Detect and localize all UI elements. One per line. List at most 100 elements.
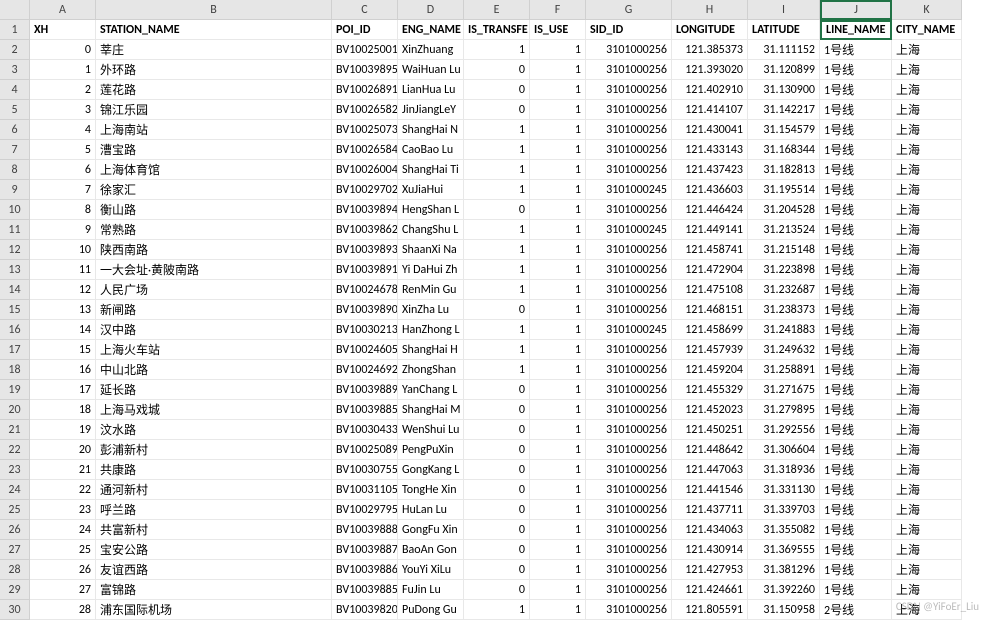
cell-I8[interactable]: 31.182813 [748, 160, 820, 180]
row-header-9[interactable]: 9 [0, 180, 30, 200]
cell-A7[interactable]: 5 [30, 140, 96, 160]
cell-F17[interactable]: 1 [530, 340, 586, 360]
cell-D8[interactable]: ShangHai Ti [398, 160, 464, 180]
cell-F22[interactable]: 1 [530, 440, 586, 460]
cell-D21[interactable]: WenShui Lu [398, 420, 464, 440]
row-header-3[interactable]: 3 [0, 60, 30, 80]
select-all-corner[interactable] [0, 0, 30, 20]
cell-B7[interactable]: 漕宝路 [96, 140, 332, 160]
field-header-sid_id[interactable]: SID_ID [586, 20, 672, 40]
cell-J21[interactable]: 1号线 [820, 420, 892, 440]
cell-J2[interactable]: 1号线 [820, 40, 892, 60]
cell-C25[interactable]: BV10029795 [332, 500, 398, 520]
cell-J5[interactable]: 1号线 [820, 100, 892, 120]
row-header-19[interactable]: 19 [0, 380, 30, 400]
cell-I26[interactable]: 31.355082 [748, 520, 820, 540]
cell-J19[interactable]: 1号线 [820, 380, 892, 400]
cell-A12[interactable]: 10 [30, 240, 96, 260]
cell-G28[interactable]: 3101000256 [586, 560, 672, 580]
cell-F25[interactable]: 1 [530, 500, 586, 520]
cell-A21[interactable]: 19 [30, 420, 96, 440]
cell-C19[interactable]: BV10039889 [332, 380, 398, 400]
cell-J14[interactable]: 1号线 [820, 280, 892, 300]
cell-G2[interactable]: 3101000256 [586, 40, 672, 60]
cell-I14[interactable]: 31.232687 [748, 280, 820, 300]
cell-C17[interactable]: BV10024605 [332, 340, 398, 360]
cell-F7[interactable]: 1 [530, 140, 586, 160]
cell-G10[interactable]: 3101000256 [586, 200, 672, 220]
cell-K28[interactable]: 上海 [892, 560, 962, 580]
cell-C7[interactable]: BV10026584 [332, 140, 398, 160]
cell-A13[interactable]: 11 [30, 260, 96, 280]
cell-G14[interactable]: 3101000256 [586, 280, 672, 300]
cell-F27[interactable]: 1 [530, 540, 586, 560]
cell-B23[interactable]: 共康路 [96, 460, 332, 480]
cell-K22[interactable]: 上海 [892, 440, 962, 460]
cell-C26[interactable]: BV10039888 [332, 520, 398, 540]
cell-K5[interactable]: 上海 [892, 100, 962, 120]
field-header-poi_id[interactable]: POI_ID [332, 20, 398, 40]
cell-I29[interactable]: 31.392260 [748, 580, 820, 600]
cell-K6[interactable]: 上海 [892, 120, 962, 140]
cell-B5[interactable]: 锦江乐园 [96, 100, 332, 120]
row-header-16[interactable]: 16 [0, 320, 30, 340]
cell-F21[interactable]: 1 [530, 420, 586, 440]
cell-E27[interactable]: 0 [464, 540, 530, 560]
cell-K16[interactable]: 上海 [892, 320, 962, 340]
cell-K19[interactable]: 上海 [892, 380, 962, 400]
cell-E7[interactable]: 1 [464, 140, 530, 160]
cell-H13[interactable]: 121.472904 [672, 260, 748, 280]
cell-J28[interactable]: 1号线 [820, 560, 892, 580]
cell-J27[interactable]: 1号线 [820, 540, 892, 560]
cell-D11[interactable]: ChangShu L [398, 220, 464, 240]
row-header-15[interactable]: 15 [0, 300, 30, 320]
cell-A14[interactable]: 12 [30, 280, 96, 300]
cell-D5[interactable]: JinJiangLeY [398, 100, 464, 120]
cell-H3[interactable]: 121.393020 [672, 60, 748, 80]
cell-G19[interactable]: 3101000256 [586, 380, 672, 400]
cell-D24[interactable]: TongHe Xin [398, 480, 464, 500]
cell-H17[interactable]: 121.457939 [672, 340, 748, 360]
cell-J7[interactable]: 1号线 [820, 140, 892, 160]
cell-A4[interactable]: 2 [30, 80, 96, 100]
cell-F30[interactable]: 1 [530, 600, 586, 620]
cell-E23[interactable]: 0 [464, 460, 530, 480]
cell-D20[interactable]: ShangHai M [398, 400, 464, 420]
cell-E2[interactable]: 1 [464, 40, 530, 60]
field-header-longitude[interactable]: LONGITUDE [672, 20, 748, 40]
cell-J23[interactable]: 1号线 [820, 460, 892, 480]
cell-B28[interactable]: 友谊西路 [96, 560, 332, 580]
cell-E22[interactable]: 0 [464, 440, 530, 460]
cell-I24[interactable]: 31.331130 [748, 480, 820, 500]
cell-I11[interactable]: 31.213524 [748, 220, 820, 240]
col-header-F[interactable]: F [530, 0, 586, 20]
cell-B19[interactable]: 延长路 [96, 380, 332, 400]
field-header-latitude[interactable]: LATITUDE [748, 20, 820, 40]
cell-J3[interactable]: 1号线 [820, 60, 892, 80]
cell-D3[interactable]: WaiHuan Lu [398, 60, 464, 80]
row-header-21[interactable]: 21 [0, 420, 30, 440]
cell-B30[interactable]: 浦东国际机场 [96, 600, 332, 620]
cell-E19[interactable]: 0 [464, 380, 530, 400]
cell-D19[interactable]: YanChang L [398, 380, 464, 400]
cell-G12[interactable]: 3101000256 [586, 240, 672, 260]
cell-E28[interactable]: 0 [464, 560, 530, 580]
row-header-25[interactable]: 25 [0, 500, 30, 520]
cell-F14[interactable]: 1 [530, 280, 586, 300]
cell-I21[interactable]: 31.292556 [748, 420, 820, 440]
cell-G22[interactable]: 3101000256 [586, 440, 672, 460]
cell-K12[interactable]: 上海 [892, 240, 962, 260]
cell-J10[interactable]: 1号线 [820, 200, 892, 220]
cell-B12[interactable]: 陕西南路 [96, 240, 332, 260]
cell-F10[interactable]: 1 [530, 200, 586, 220]
cell-I20[interactable]: 31.279895 [748, 400, 820, 420]
cell-J11[interactable]: 1号线 [820, 220, 892, 240]
cell-A20[interactable]: 18 [30, 400, 96, 420]
cell-B16[interactable]: 汉中路 [96, 320, 332, 340]
cell-E9[interactable]: 1 [464, 180, 530, 200]
cell-F13[interactable]: 1 [530, 260, 586, 280]
cell-I19[interactable]: 31.271675 [748, 380, 820, 400]
cell-H21[interactable]: 121.450251 [672, 420, 748, 440]
cell-D13[interactable]: Yi DaHui Zh [398, 260, 464, 280]
cell-B8[interactable]: 上海体育馆 [96, 160, 332, 180]
